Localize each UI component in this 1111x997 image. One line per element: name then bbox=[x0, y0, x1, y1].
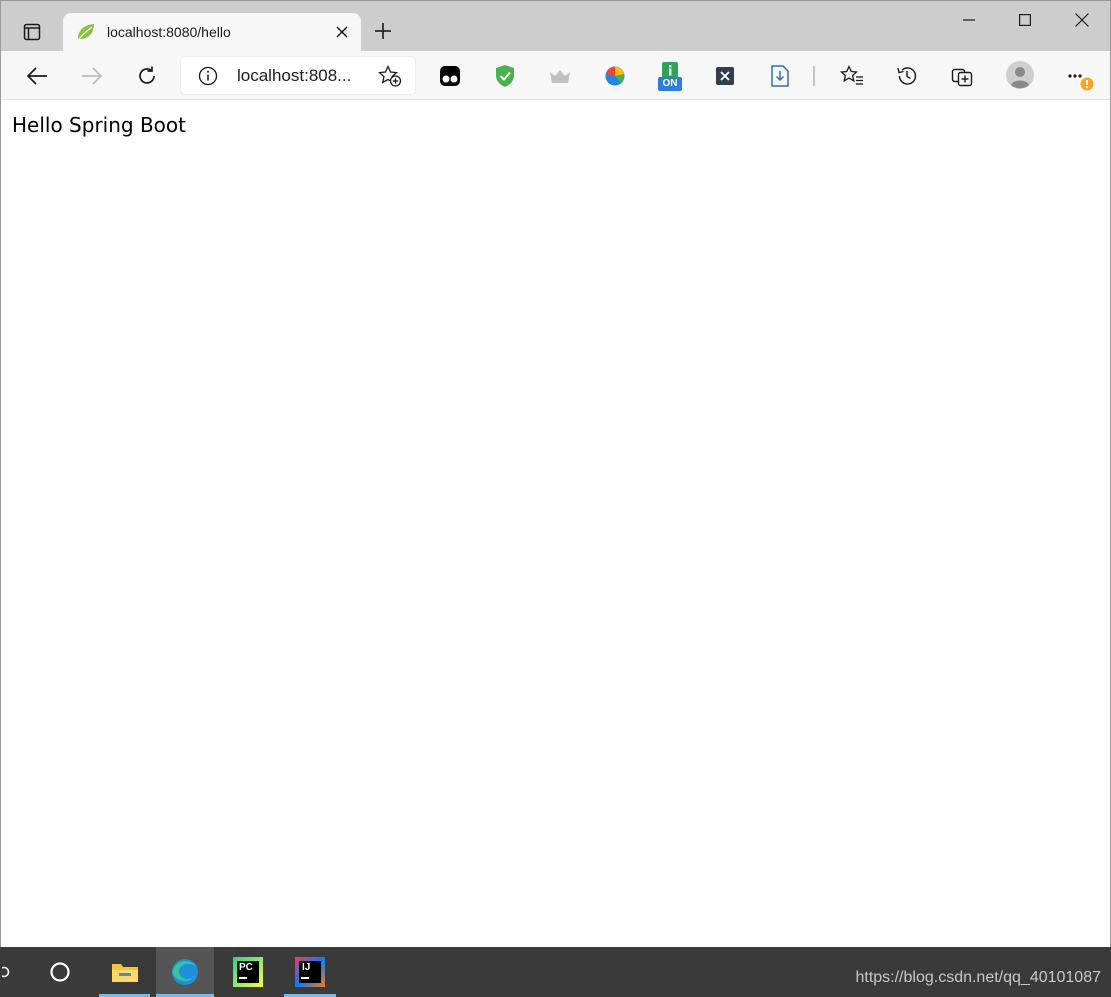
watermark-text: https://blog.csdn.net/qq_40101087 bbox=[855, 969, 1101, 986]
extension-x[interactable] bbox=[713, 64, 737, 88]
shield-check-icon bbox=[496, 65, 514, 87]
extension-info-on[interactable]: ON bbox=[658, 62, 682, 92]
close-icon bbox=[1075, 13, 1089, 27]
history-button[interactable] bbox=[895, 64, 919, 88]
tab-close-button[interactable] bbox=[331, 21, 353, 43]
back-button[interactable] bbox=[19, 59, 55, 93]
taskbar-file-explorer[interactable] bbox=[99, 947, 150, 997]
new-tab-button[interactable] bbox=[369, 17, 397, 45]
download-doc-icon bbox=[771, 65, 789, 87]
bird-icon bbox=[605, 66, 625, 86]
folder-icon bbox=[111, 964, 138, 982]
crown-icon bbox=[550, 70, 570, 83]
site-info-button[interactable] bbox=[197, 65, 219, 87]
close-icon bbox=[336, 26, 348, 38]
collections-icon bbox=[951, 68, 973, 87]
circle-icon bbox=[2, 966, 10, 978]
cortana-circle-icon bbox=[50, 962, 70, 982]
minimize-icon bbox=[963, 19, 975, 21]
tab-actions-icon bbox=[23, 23, 41, 41]
tampermonkey-icon bbox=[440, 66, 460, 86]
taskbar-edge[interactable] bbox=[156, 947, 214, 997]
cortana-button[interactable] bbox=[36, 947, 84, 997]
toolbar-separator bbox=[813, 66, 815, 86]
star-plus-icon bbox=[378, 65, 402, 87]
minimize-button[interactable] bbox=[940, 1, 998, 39]
extension-download[interactable] bbox=[768, 64, 792, 88]
intellij-icon: IJ bbox=[295, 957, 325, 987]
history-icon bbox=[897, 67, 917, 85]
tab-actions-button[interactable] bbox=[13, 15, 51, 49]
refresh-icon bbox=[139, 66, 155, 84]
favorites-icon bbox=[840, 65, 863, 85]
avatar-icon bbox=[1006, 61, 1034, 89]
plus-icon bbox=[375, 23, 391, 39]
x-box-icon bbox=[716, 67, 734, 85]
more-icon bbox=[1068, 74, 1094, 91]
window-close-button[interactable] bbox=[1053, 1, 1111, 39]
taskbar-intellij[interactable]: IJ bbox=[284, 947, 336, 997]
maximize-icon bbox=[1019, 14, 1031, 26]
info-icon bbox=[198, 66, 218, 86]
browser-window: localhost:8080/hello localhost:808... ON… bbox=[0, 0, 1111, 947]
forward-button[interactable] bbox=[74, 59, 110, 93]
extension-shield[interactable] bbox=[493, 64, 517, 88]
favorites-button[interactable] bbox=[840, 64, 864, 88]
arrow-right-icon bbox=[82, 67, 103, 85]
tab-strip: localhost:8080/hello bbox=[1, 1, 1110, 51]
profile-button[interactable] bbox=[1005, 60, 1035, 90]
maximize-button[interactable] bbox=[996, 1, 1054, 39]
settings-more-button[interactable] bbox=[1064, 64, 1096, 92]
taskbar-edge-item[interactable] bbox=[0, 947, 14, 997]
arrow-left-icon bbox=[26, 67, 47, 85]
page-content: Hello Spring Boot bbox=[1, 101, 1110, 947]
spring-leaf-icon bbox=[75, 21, 97, 43]
tab-active[interactable]: localhost:8080/hello bbox=[63, 13, 361, 51]
extension-colorful[interactable] bbox=[603, 64, 627, 88]
refresh-button[interactable] bbox=[129, 59, 165, 93]
pycharm-label: PC bbox=[239, 962, 253, 973]
add-favorite-button[interactable] bbox=[377, 64, 403, 88]
page-body-text: Hello Spring Boot bbox=[12, 113, 186, 137]
taskbar-pycharm[interactable]: PC bbox=[220, 947, 276, 997]
extension-crown[interactable] bbox=[548, 64, 572, 88]
collections-button[interactable] bbox=[950, 64, 974, 88]
browser-toolbar: localhost:808... ON bbox=[1, 51, 1110, 100]
tab-title: localhost:8080/hello bbox=[107, 24, 231, 40]
edge-icon bbox=[172, 959, 198, 985]
pycharm-icon: PC bbox=[233, 957, 263, 987]
address-bar[interactable]: localhost:808... bbox=[181, 57, 415, 94]
extension-tampermonkey[interactable] bbox=[438, 64, 462, 88]
address-url[interactable]: localhost:808... bbox=[237, 66, 351, 86]
intellij-label: IJ bbox=[302, 962, 311, 973]
taskbar: PC IJ https://blog.csdn.net/qq_40101087 bbox=[0, 947, 1111, 997]
extension-on-badge: ON bbox=[662, 78, 678, 89]
